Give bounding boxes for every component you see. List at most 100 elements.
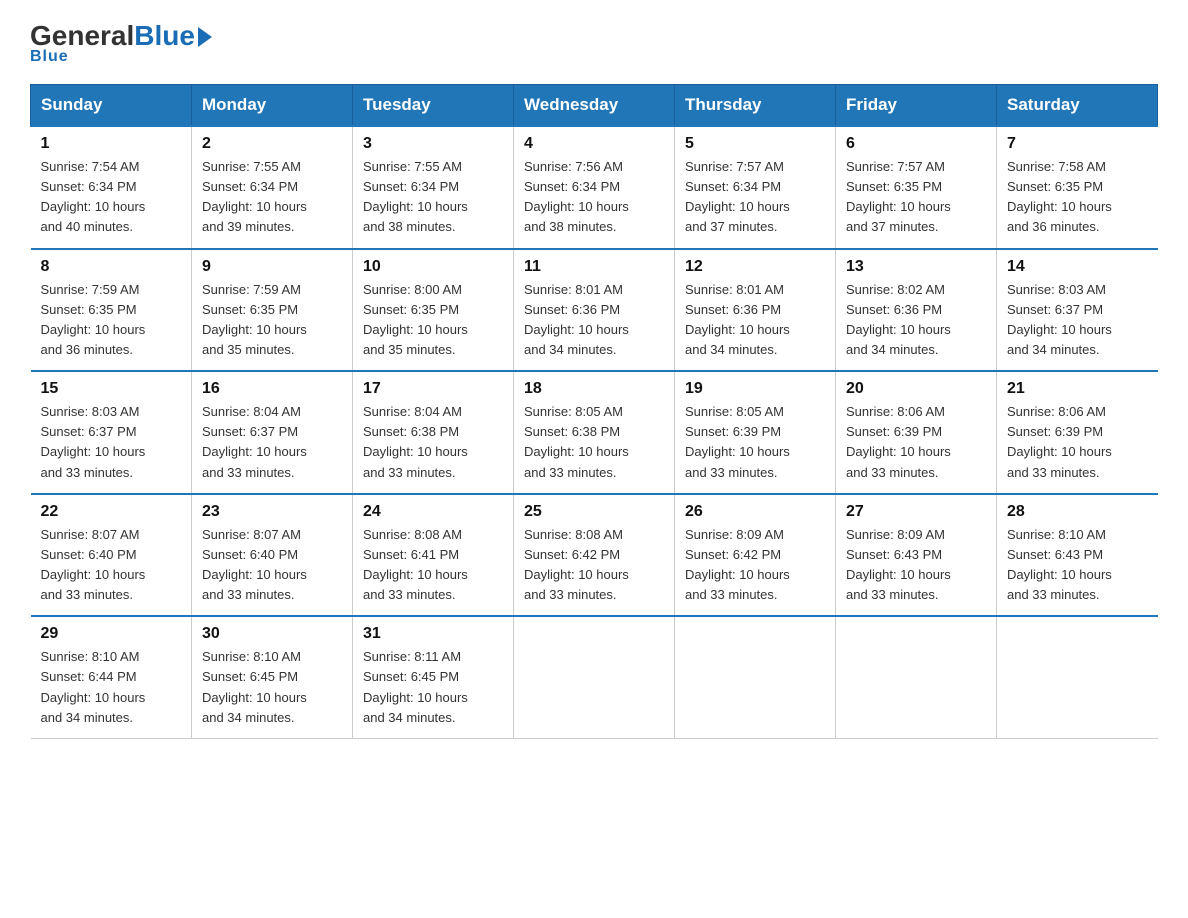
day-info: Sunrise: 7:56 AMSunset: 6:34 PMDaylight:… [524, 157, 664, 238]
calendar-cell: 20 Sunrise: 8:06 AMSunset: 6:39 PMDayligh… [836, 371, 997, 494]
day-info: Sunrise: 8:06 AMSunset: 6:39 PMDaylight:… [846, 402, 986, 483]
day-info: Sunrise: 8:10 AMSunset: 6:45 PMDaylight:… [202, 647, 342, 728]
day-number: 30 [202, 625, 342, 643]
calendar-cell: 14 Sunrise: 8:03 AMSunset: 6:37 PMDayligh… [997, 249, 1158, 372]
calendar-cell: 22 Sunrise: 8:07 AMSunset: 6:40 PMDayligh… [31, 494, 192, 617]
day-info: Sunrise: 8:06 AMSunset: 6:39 PMDaylight:… [1007, 402, 1148, 483]
day-number: 28 [1007, 503, 1148, 521]
day-number: 22 [41, 503, 182, 521]
day-info: Sunrise: 8:07 AMSunset: 6:40 PMDaylight:… [41, 525, 182, 606]
day-number: 21 [1007, 380, 1148, 398]
day-number: 31 [363, 625, 503, 643]
day-number: 14 [1007, 258, 1148, 276]
day-number: 26 [685, 503, 825, 521]
day-number: 20 [846, 380, 986, 398]
day-number: 12 [685, 258, 825, 276]
day-number: 5 [685, 135, 825, 153]
day-info: Sunrise: 7:55 AMSunset: 6:34 PMDaylight:… [363, 157, 503, 238]
day-number: 6 [846, 135, 986, 153]
calendar-cell: 6Sunrise: 7:57 AMSunset: 6:35 PMDaylight… [836, 126, 997, 249]
day-info: Sunrise: 8:03 AMSunset: 6:37 PMDaylight:… [41, 402, 182, 483]
day-number: 24 [363, 503, 503, 521]
day-info: Sunrise: 8:04 AMSunset: 6:38 PMDaylight:… [363, 402, 503, 483]
day-number: 18 [524, 380, 664, 398]
day-number: 4 [524, 135, 664, 153]
logo-underline: Blue [30, 48, 69, 66]
day-info: Sunrise: 8:05 AMSunset: 6:38 PMDaylight:… [524, 402, 664, 483]
day-info: Sunrise: 7:59 AMSunset: 6:35 PMDaylight:… [202, 280, 342, 361]
calendar-cell: 2 Sunrise: 7:55 AMSunset: 6:34 PMDaylight… [192, 126, 353, 249]
calendar-cell: 21 Sunrise: 8:06 AMSunset: 6:39 PMDayligh… [997, 371, 1158, 494]
day-info: Sunrise: 8:08 AMSunset: 6:42 PMDaylight:… [524, 525, 664, 606]
day-number: 23 [202, 503, 342, 521]
day-info: Sunrise: 8:03 AMSunset: 6:37 PMDaylight:… [1007, 280, 1148, 361]
calendar-week-row: 29Sunrise: 8:10 AMSunset: 6:44 PMDayligh… [31, 616, 1158, 738]
day-number: 10 [363, 258, 503, 276]
day-number: 15 [41, 380, 182, 398]
calendar-cell: 26Sunrise: 8:09 AMSunset: 6:42 PMDayligh… [675, 494, 836, 617]
calendar-cell: 10 Sunrise: 8:00 AMSunset: 6:35 PMDayligh… [353, 249, 514, 372]
day-info: Sunrise: 7:59 AMSunset: 6:35 PMDaylight:… [41, 280, 182, 361]
page-header: General Blue Blue [30, 20, 1158, 66]
day-number: 29 [41, 625, 182, 643]
day-info: Sunrise: 8:07 AMSunset: 6:40 PMDaylight:… [202, 525, 342, 606]
calendar-cell [675, 616, 836, 738]
calendar-cell: 3 Sunrise: 7:55 AMSunset: 6:34 PMDaylight… [353, 126, 514, 249]
logo-blue-part: Blue [134, 20, 212, 52]
calendar-header-monday: Monday [192, 85, 353, 127]
day-number: 7 [1007, 135, 1148, 153]
calendar-cell: 13Sunrise: 8:02 AMSunset: 6:36 PMDayligh… [836, 249, 997, 372]
day-info: Sunrise: 8:08 AMSunset: 6:41 PMDaylight:… [363, 525, 503, 606]
day-number: 1 [41, 135, 182, 153]
calendar-cell: 30 Sunrise: 8:10 AMSunset: 6:45 PMDayligh… [192, 616, 353, 738]
day-info: Sunrise: 7:54 AMSunset: 6:34 PMDaylight:… [41, 157, 182, 238]
calendar-cell: 7 Sunrise: 7:58 AMSunset: 6:35 PMDaylight… [997, 126, 1158, 249]
calendar-cell: 12 Sunrise: 8:01 AMSunset: 6:36 PMDayligh… [675, 249, 836, 372]
logo-arrow-icon [198, 27, 212, 47]
day-info: Sunrise: 8:11 AMSunset: 6:45 PMDaylight:… [363, 647, 503, 728]
logo-blue-text: Blue [134, 20, 195, 52]
day-number: 25 [524, 503, 664, 521]
day-number: 17 [363, 380, 503, 398]
day-number: 8 [41, 258, 182, 276]
calendar-header-tuesday: Tuesday [353, 85, 514, 127]
day-number: 13 [846, 258, 986, 276]
calendar-week-row: 8 Sunrise: 7:59 AMSunset: 6:35 PMDaylight… [31, 249, 1158, 372]
calendar-week-row: 15 Sunrise: 8:03 AMSunset: 6:37 PMDayligh… [31, 371, 1158, 494]
calendar-header-row: SundayMondayTuesdayWednesdayThursdayFrid… [31, 85, 1158, 127]
calendar-header-sunday: Sunday [31, 85, 192, 127]
calendar-cell: 29Sunrise: 8:10 AMSunset: 6:44 PMDayligh… [31, 616, 192, 738]
day-info: Sunrise: 8:01 AMSunset: 6:36 PMDaylight:… [524, 280, 664, 361]
calendar-cell: 15 Sunrise: 8:03 AMSunset: 6:37 PMDayligh… [31, 371, 192, 494]
day-number: 19 [685, 380, 825, 398]
calendar-cell: 9Sunrise: 7:59 AMSunset: 6:35 PMDaylight… [192, 249, 353, 372]
calendar-header-wednesday: Wednesday [514, 85, 675, 127]
day-info: Sunrise: 8:00 AMSunset: 6:35 PMDaylight:… [363, 280, 503, 361]
calendar-cell [836, 616, 997, 738]
day-number: 3 [363, 135, 503, 153]
day-number: 2 [202, 135, 342, 153]
calendar-cell [514, 616, 675, 738]
day-info: Sunrise: 7:55 AMSunset: 6:34 PMDaylight:… [202, 157, 342, 238]
calendar-week-row: 22 Sunrise: 8:07 AMSunset: 6:40 PMDayligh… [31, 494, 1158, 617]
logo: General Blue Blue [30, 20, 212, 66]
calendar-cell: 31 Sunrise: 8:11 AMSunset: 6:45 PMDayligh… [353, 616, 514, 738]
calendar-cell [997, 616, 1158, 738]
calendar-cell: 19 Sunrise: 8:05 AMSunset: 6:39 PMDayligh… [675, 371, 836, 494]
calendar-cell: 16Sunrise: 8:04 AMSunset: 6:37 PMDayligh… [192, 371, 353, 494]
day-info: Sunrise: 8:05 AMSunset: 6:39 PMDaylight:… [685, 402, 825, 483]
day-number: 11 [524, 258, 664, 276]
day-info: Sunrise: 8:01 AMSunset: 6:36 PMDaylight:… [685, 280, 825, 361]
day-info: Sunrise: 7:58 AMSunset: 6:35 PMDaylight:… [1007, 157, 1148, 238]
calendar-cell: 18 Sunrise: 8:05 AMSunset: 6:38 PMDayligh… [514, 371, 675, 494]
calendar-cell: 4 Sunrise: 7:56 AMSunset: 6:34 PMDaylight… [514, 126, 675, 249]
calendar-header-saturday: Saturday [997, 85, 1158, 127]
calendar-header-friday: Friday [836, 85, 997, 127]
calendar-cell: 5 Sunrise: 7:57 AMSunset: 6:34 PMDaylight… [675, 126, 836, 249]
calendar-header-thursday: Thursday [675, 85, 836, 127]
day-info: Sunrise: 7:57 AMSunset: 6:34 PMDaylight:… [685, 157, 825, 238]
calendar-cell: 11 Sunrise: 8:01 AMSunset: 6:36 PMDayligh… [514, 249, 675, 372]
calendar-cell: 8 Sunrise: 7:59 AMSunset: 6:35 PMDaylight… [31, 249, 192, 372]
calendar-cell: 27Sunrise: 8:09 AMSunset: 6:43 PMDayligh… [836, 494, 997, 617]
calendar-cell: 25 Sunrise: 8:08 AMSunset: 6:42 PMDayligh… [514, 494, 675, 617]
